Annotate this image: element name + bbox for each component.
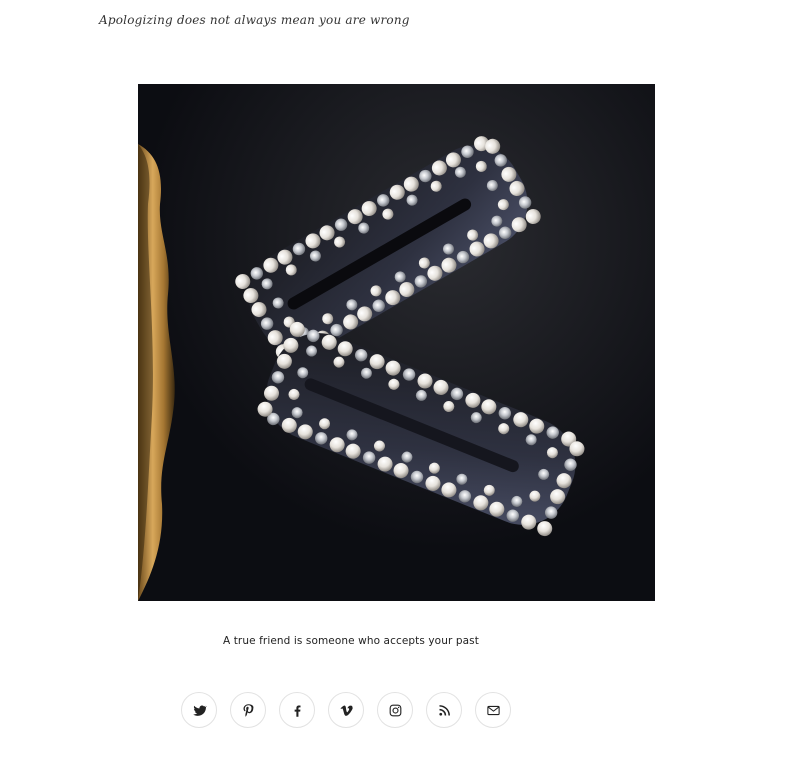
rss-link[interactable] [426,692,462,728]
instagram-link[interactable] [377,692,413,728]
vimeo-icon [340,705,353,716]
facebook-icon [294,705,300,717]
instagram-icon [389,704,401,716]
hair-clips-image [138,84,655,601]
pinterest-link[interactable] [230,692,266,728]
vimeo-link[interactable] [328,692,364,728]
twitter-icon [192,705,207,716]
email-link[interactable] [475,692,511,728]
twitter-link[interactable] [181,692,217,728]
rss-icon [438,704,450,716]
facebook-link[interactable] [279,692,315,728]
pinterest-icon [243,703,253,717]
email-icon [486,705,500,715]
header-quote: Apologizing does not always mean you are… [99,13,410,27]
product-photo [138,84,655,601]
social-links [181,692,511,728]
footer-quote: A true friend is someone who accepts you… [223,635,479,647]
